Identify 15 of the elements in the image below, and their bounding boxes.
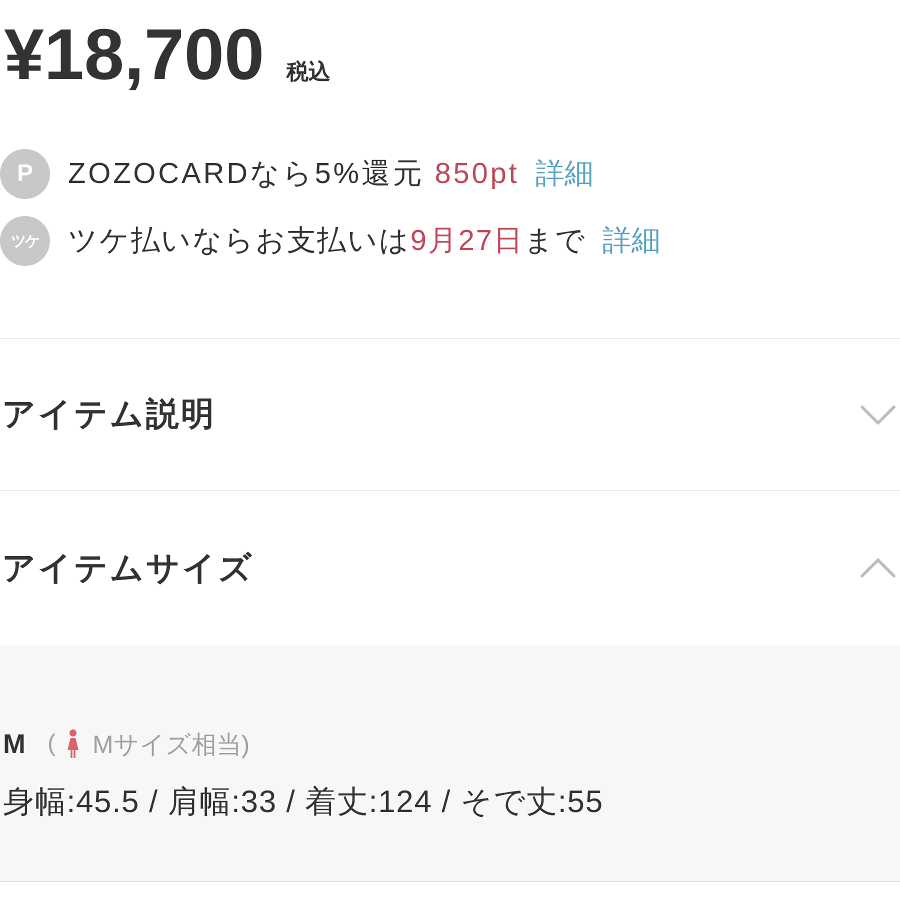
tax-included-label: 税込 bbox=[286, 58, 330, 86]
benefit-text: ZOZOCARDなら5%還元 850pt bbox=[68, 157, 520, 192]
accordion-header[interactable]: アイテムサイズ bbox=[0, 491, 900, 645]
section-title: アイテムサイズ bbox=[2, 548, 254, 588]
chevron-up-icon[interactable] bbox=[860, 558, 896, 578]
woman-figure-icon bbox=[66, 729, 80, 759]
section-title: アイテム説明 bbox=[2, 394, 216, 434]
benefit-text: ツケ払いならお支払いは9月27日 まで bbox=[68, 224, 587, 259]
accordion-header[interactable]: アイテム説明 bbox=[0, 339, 900, 491]
price: ¥18,700 bbox=[4, 15, 264, 95]
size-label: M bbox=[3, 728, 26, 760]
note-paren: ( bbox=[48, 730, 56, 758]
size-equivalent-note: Mサイズ相当) bbox=[92, 730, 250, 760]
measurements-text: 身幅:45.5 / 肩幅:33 / 着丈:124 / そで丈:55 bbox=[3, 783, 604, 821]
chevron-down-icon[interactable] bbox=[860, 404, 896, 424]
